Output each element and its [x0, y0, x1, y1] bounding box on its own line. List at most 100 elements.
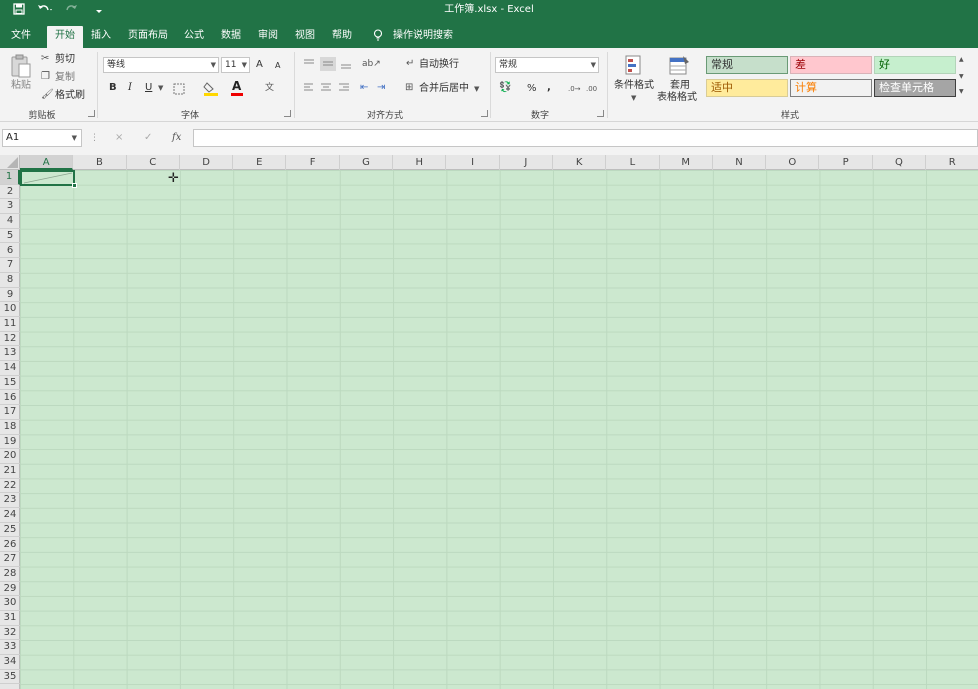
row-header[interactable]: 17 [0, 405, 20, 420]
grow-font-button[interactable]: A [256, 59, 263, 71]
row-header[interactable]: 6 [0, 244, 20, 259]
insert-function-button[interactable]: fx [172, 132, 181, 144]
row-header[interactable]: 11 [0, 317, 20, 332]
column-header[interactable]: L [606, 155, 660, 170]
bold-button[interactable]: B [109, 82, 117, 94]
column-header[interactable]: I [446, 155, 500, 170]
column-header[interactable]: B [73, 155, 127, 170]
row-header[interactable]: 33 [0, 640, 20, 656]
increase-indent-icon[interactable]: ⇥ [377, 82, 385, 94]
row-header[interactable]: 35 [0, 670, 20, 685]
row-header[interactable]: 20 [0, 449, 20, 464]
phonetic-icon[interactable]: 文 [265, 82, 274, 94]
horizontal-align-icons[interactable] [303, 83, 351, 93]
column-header[interactable]: O [766, 155, 820, 170]
row-header[interactable]: 2 [0, 185, 20, 200]
column-header[interactable]: J [500, 155, 553, 170]
column-header[interactable]: E [233, 155, 287, 170]
row-header[interactable]: 14 [0, 361, 20, 376]
cut-button[interactable]: 剪切 [55, 54, 75, 66]
tab-file[interactable]: 文件 [6, 26, 36, 48]
row-header[interactable]: 31 [0, 611, 20, 626]
cancel-button[interactable]: × [115, 132, 123, 144]
row-header[interactable]: 15 [0, 376, 20, 391]
clipboard-launcher-icon[interactable] [88, 110, 95, 117]
row-header[interactable]: 5 [0, 229, 20, 244]
format-as-table-button[interactable]: 表格格式 [657, 92, 697, 104]
comma-button[interactable]: , [547, 82, 551, 94]
style-check-cell[interactable]: 检查单元格 [874, 79, 956, 97]
number-format-select[interactable]: 常规 ▼ [495, 57, 599, 73]
italic-button[interactable]: I [128, 82, 132, 94]
tab-review[interactable]: 审阅 [253, 26, 283, 48]
copy-button[interactable]: 复制 [55, 72, 75, 84]
conditional-formatting-button[interactable]: 条件格式 [614, 80, 654, 92]
row-header[interactable]: 7 [0, 258, 20, 273]
percent-button[interactable]: % [527, 83, 537, 95]
row-header[interactable]: 3 [0, 199, 20, 215]
row-header[interactable]: 8 [0, 273, 20, 288]
currency-icon[interactable]: 💱 [499, 82, 511, 94]
formula-input[interactable] [193, 129, 978, 147]
row-header[interactable]: 30 [0, 596, 20, 611]
select-all-corner[interactable] [0, 155, 20, 170]
row-header[interactable]: 34 [0, 655, 20, 670]
gallery-more-icon[interactable]: ▼ [959, 86, 964, 98]
row-header[interactable]: 10 [0, 302, 20, 317]
cell-grid[interactable] [20, 170, 978, 689]
enter-button[interactable]: ✓ [144, 132, 152, 144]
paste-icon[interactable] [10, 54, 32, 78]
tab-view[interactable]: 视图 [290, 26, 320, 48]
decrease-decimal-icon[interactable]: .00 [586, 83, 597, 95]
tell-me-search[interactable]: 操作说明搜索 [388, 26, 458, 48]
style-normal[interactable]: 常规 [706, 56, 788, 74]
style-neutral[interactable]: 适中 [706, 79, 788, 97]
row-header[interactable]: 19 [0, 435, 20, 450]
styles-gallery-scroll[interactable]: ▲ ▼ ▼ [958, 54, 968, 100]
row-header[interactable]: 18 [0, 420, 20, 435]
wrap-text-button[interactable]: 自动换行 [419, 59, 459, 71]
style-bad[interactable]: 差 [790, 56, 872, 74]
row-header[interactable]: 9 [0, 288, 20, 303]
row-header[interactable]: 12 [0, 332, 20, 347]
column-header[interactable]: C [127, 155, 180, 170]
row-header[interactable]: 22 [0, 479, 20, 494]
border-icon[interactable] [173, 83, 185, 95]
tab-data[interactable]: 数据 [216, 26, 246, 48]
row-header[interactable]: 23 [0, 493, 20, 509]
chevron-down-icon[interactable]: ▼ [474, 83, 479, 95]
font-color-button[interactable]: A [232, 80, 241, 92]
increase-decimal-icon[interactable]: .0→ [568, 83, 581, 95]
chevron-down-icon[interactable]: ▼ [158, 82, 163, 94]
paste-button[interactable]: 粘贴 [11, 80, 31, 92]
style-good[interactable]: 好 [874, 56, 956, 74]
row-header[interactable]: 13 [0, 346, 20, 362]
conditional-formatting-icon[interactable] [624, 54, 646, 78]
column-header[interactable]: F [287, 155, 340, 170]
column-header[interactable]: K [553, 155, 607, 170]
row-header[interactable]: 26 [0, 538, 20, 553]
column-header[interactable]: M [660, 155, 713, 170]
font-name-select[interactable]: 等线 ▼ [103, 57, 219, 73]
number-launcher-icon[interactable] [597, 110, 604, 117]
font-launcher-icon[interactable] [284, 110, 291, 117]
shrink-font-button[interactable]: A [275, 60, 280, 72]
vertical-align-icons[interactable] [303, 57, 363, 71]
row-header[interactable]: 29 [0, 582, 20, 597]
tab-help[interactable]: 帮助 [327, 26, 357, 48]
row-header[interactable]: 21 [0, 464, 20, 479]
tab-insert[interactable]: 插入 [86, 26, 116, 48]
column-header[interactable]: D [180, 155, 234, 170]
alignment-launcher-icon[interactable] [481, 110, 488, 117]
tab-home[interactable]: 开始 [47, 26, 83, 48]
underline-button[interactable]: U [145, 82, 152, 94]
merge-center-button[interactable]: 合并后居中 [419, 83, 469, 95]
active-cell[interactable] [20, 170, 77, 188]
format-painter-button[interactable]: 格式刷 [55, 90, 85, 102]
tab-formulas[interactable]: 公式 [179, 26, 209, 48]
chevron-down-icon[interactable]: ▼ [631, 92, 636, 104]
row-header[interactable]: 1 [0, 170, 20, 185]
column-header[interactable]: H [393, 155, 447, 170]
orientation-icon[interactable]: ab↗ [362, 58, 381, 70]
column-header[interactable]: A [20, 155, 74, 170]
